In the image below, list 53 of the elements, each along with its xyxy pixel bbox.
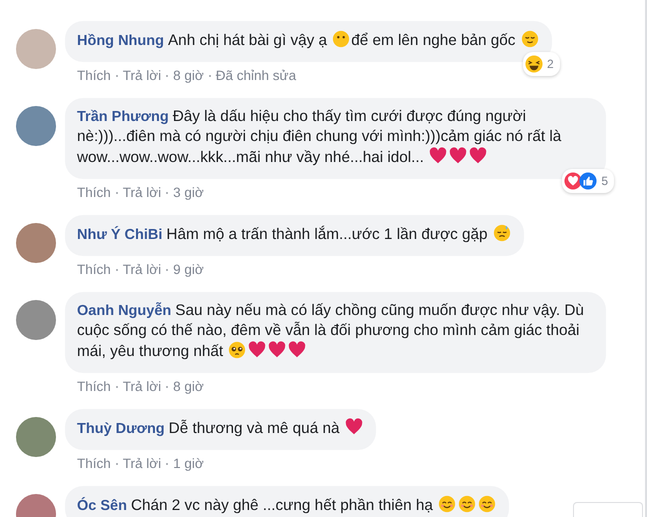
like-link[interactable]: Thích — [77, 378, 111, 396]
like-link[interactable]: Thích — [77, 261, 111, 279]
comment-text: Thuỳ Dương Dễ thương và mê quá nà — [77, 420, 364, 437]
avatar-photo-placeholder[interactable] — [16, 29, 56, 69]
timestamp: 9 giờ — [173, 261, 204, 279]
avatar-photo-placeholder[interactable] — [16, 417, 56, 457]
heart-icon — [344, 418, 363, 436]
reply-link[interactable]: Trả lời — [122, 455, 162, 473]
timestamp: 3 giờ — [173, 184, 204, 202]
author-name[interactable]: Như Ý ChiBi — [77, 227, 162, 243]
author-name[interactable]: Óc Sên — [77, 498, 127, 514]
reaction-count[interactable]: 5 — [562, 169, 614, 193]
comment-text: Trần Phương Đây là dấu hiệu cho thấy tìm cưới được đúng người nè:)))...điên mà có người chịu điên chung với mình:)))cảm giác nó rất là wow...wow..wow...kkk...mãi như vầy nhé...hai idol... — [77, 108, 562, 166]
comment-text: Như Ý ChiBi Hâm mộ a trấn thành lắm...ước 1 lần được gặp — [77, 226, 512, 243]
timestamp: 8 giờ — [173, 67, 204, 85]
pleading-face-icon — [228, 341, 246, 359]
smiling-face-icon — [438, 495, 456, 513]
heart-icon — [268, 341, 286, 359]
comment-text: Hồng Nhung Anh chị hát bài gì vậy ạ để em lên nghe bản gốc — [77, 32, 540, 49]
like-link[interactable]: Thích — [77, 455, 111, 473]
thumbs-up-reaction-icon — [579, 172, 598, 190]
comment-text: Oanh Nguyễn Sau này nếu mà có lấy chồng cũng muốn được như vậy. Dù cuộc sống có thế nào, đêm về vẫn là đối phương cho mình cảm giác thoải mái, yêu thương nhất — [77, 302, 584, 360]
heart-icon — [449, 147, 468, 165]
relieved-face-icon — [520, 30, 539, 48]
heart-icon — [288, 341, 306, 359]
reply-link[interactable]: Trả lời — [122, 378, 162, 396]
reply-link[interactable]: Trả lời — [122, 67, 162, 85]
smiling-face-icon — [458, 495, 476, 513]
reply-link[interactable]: Trả lời — [122, 261, 162, 279]
timestamp: 8 giờ — [173, 378, 204, 396]
avatar-photo-placeholder[interactable] — [16, 223, 56, 263]
like-link[interactable]: Thích — [77, 67, 111, 85]
author-name[interactable]: Oanh Nguyễn — [77, 303, 172, 319]
reaction-count[interactable]: 2 — [522, 52, 560, 76]
timestamp: 1 giờ — [173, 455, 204, 473]
heart-reaction-icon — [564, 172, 582, 190]
like-link[interactable]: Thích — [77, 184, 111, 202]
face-without-mouth-icon — [332, 30, 350, 48]
laughing-reaction-icon — [524, 55, 543, 73]
avatar-photo-placeholder[interactable] — [16, 106, 56, 146]
smiling-face-icon — [478, 495, 496, 513]
heart-icon — [429, 147, 448, 165]
author-name[interactable]: Hồng Nhung — [77, 33, 164, 49]
edited-label: Đã chỉnh sửa — [216, 67, 296, 85]
heart-icon — [248, 341, 266, 359]
reply-link[interactable]: Trả lời — [122, 184, 162, 202]
author-name[interactable]: Thuỳ Dương — [77, 421, 165, 437]
author-name[interactable]: Trần Phương — [77, 109, 169, 125]
avatar-photo-placeholder[interactable] — [16, 300, 56, 340]
sweat-face-icon — [492, 224, 511, 242]
comment-text: Óc Sên Chán 2 vc này ghê ...cưng hết phần thiên hạ — [77, 497, 498, 514]
popup-panel — [573, 502, 643, 517]
heart-icon — [469, 147, 488, 165]
